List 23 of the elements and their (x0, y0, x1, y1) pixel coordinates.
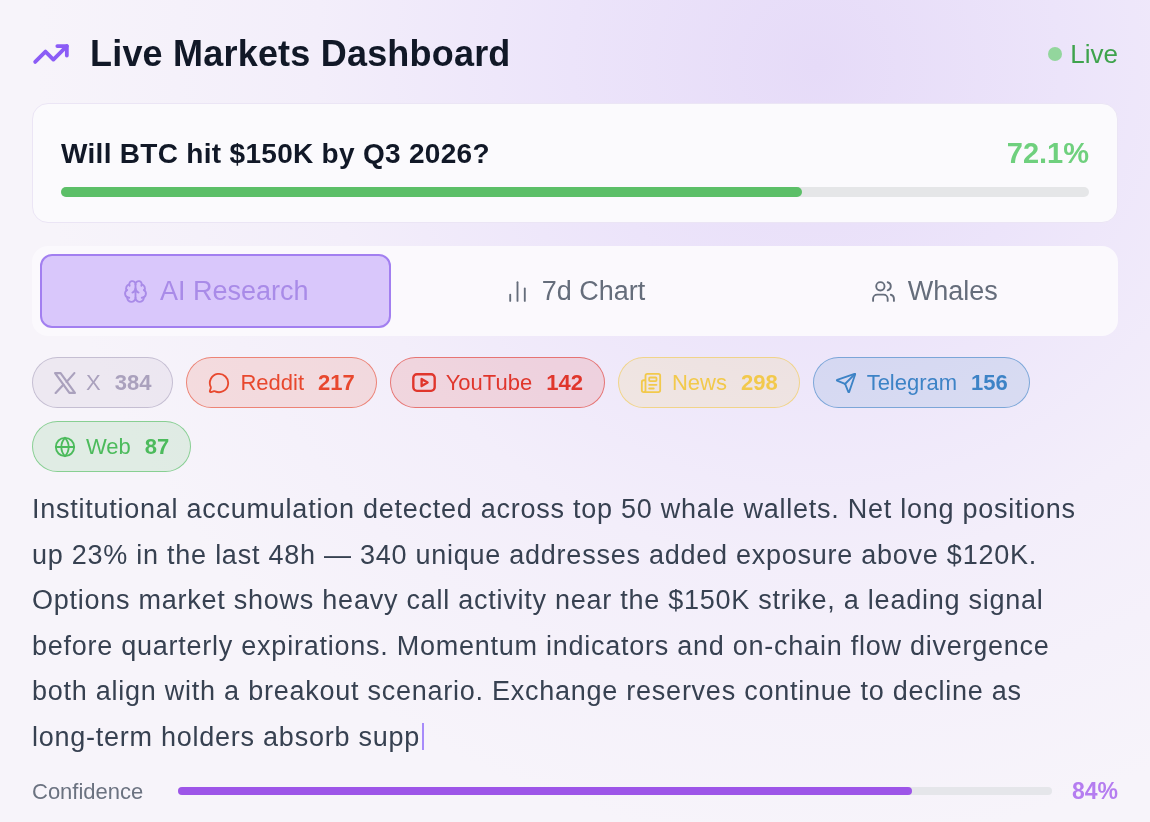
probability-value: 72.1% (1006, 136, 1089, 172)
play-icon (411, 373, 436, 392)
confidence-label: Confidence (32, 777, 145, 806)
brain-icon (122, 278, 148, 304)
source-filter-chip[interactable]: YouTube 142 (389, 357, 605, 408)
users-icon (870, 278, 896, 304)
tab[interactable]: 7d Chart (399, 254, 751, 328)
x-logo-icon (54, 371, 76, 394)
globe-icon (54, 435, 76, 458)
tab[interactable]: AI Research (40, 254, 392, 328)
speech-bubble-icon (208, 371, 231, 394)
newspaper-icon (639, 371, 662, 394)
source-filter-chip[interactable]: Reddit 217 (186, 357, 377, 408)
tab[interactable]: Whales (758, 254, 1110, 328)
source-filter-chip[interactable]: X 384 (32, 357, 174, 408)
research-summary: Institutional accumulation detected across top 50 whale wallets. Net long positions up 23% in the last 48h — 340 unique addresses added exposure above $120K. Options market shows heavy call activity near the $150K strike, a leading signal before quarterly expirations. Momentum indicators and on-chain flow divergence both align with a breakout scenario. Exchange reserves continue to decline as long-term holders absorb supp (32, 493, 1077, 754)
live-label: Live (1070, 37, 1118, 71)
confidence-value: 84% (1071, 777, 1118, 806)
paper-plane-icon (834, 371, 857, 394)
source-filter-chip[interactable]: Telegram 156 (812, 357, 1030, 408)
market-question: Will BTC hit $150K by Q3 2026? (61, 137, 490, 171)
dashboard-title: Live Markets Dashboard (90, 32, 511, 76)
source-filter-chip[interactable]: Web 87 (32, 421, 192, 472)
